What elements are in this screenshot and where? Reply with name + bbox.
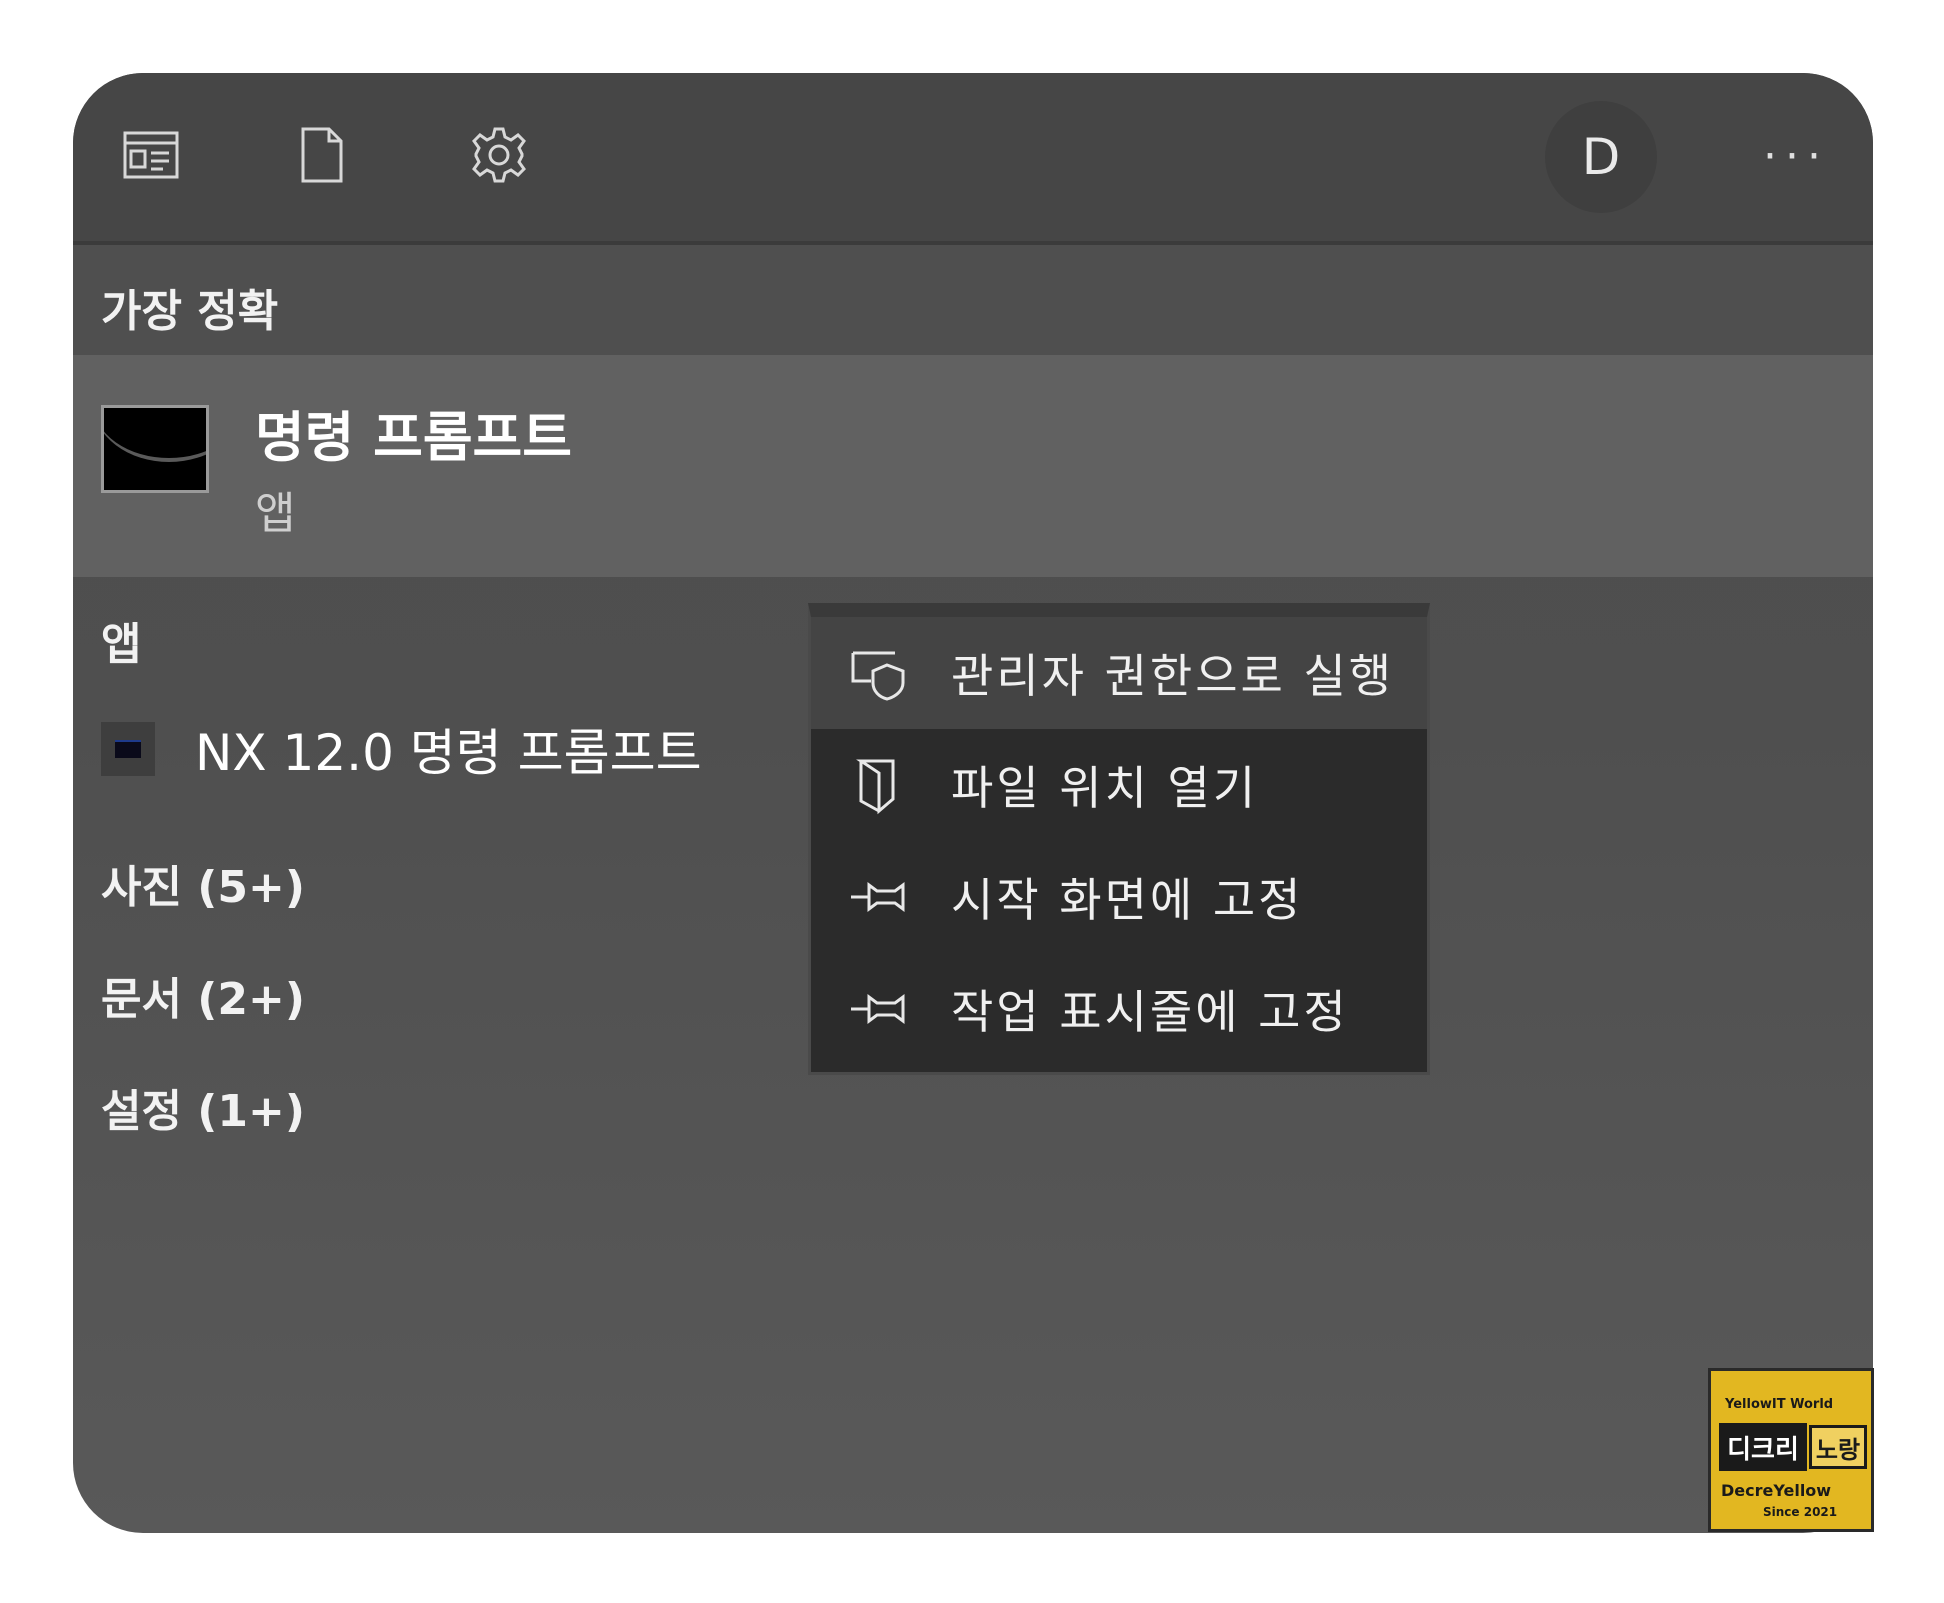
more-options-button[interactable]: ··· xyxy=(1763,131,1829,182)
apps-icon[interactable] xyxy=(119,123,183,187)
best-match-title: 명령 프롬프트 xyxy=(255,406,572,469)
user-avatar[interactable]: D xyxy=(1545,101,1657,213)
pin-to-taskbar-label: 작업 표시줄에 고정 xyxy=(951,985,1349,1039)
watermark-brand: 디크리 노랑 xyxy=(1719,1423,1869,1473)
settings-section[interactable]: 설정 (1+) xyxy=(101,1075,305,1139)
watermark-line4: Since 2021 xyxy=(1763,1505,1838,1519)
start-search-panel: D ··· 가장 정확 명령 프롬프트 앱 앱 NX 12.0 명령 프롬프트 … xyxy=(73,73,1873,1533)
document-icon[interactable] xyxy=(289,123,353,187)
nx-command-prompt-icon xyxy=(101,722,155,776)
pin-icon xyxy=(851,994,905,1024)
search-top-bar: D ··· xyxy=(73,73,1873,245)
best-match-subtitle: 앱 xyxy=(255,488,296,539)
best-match-label: 가장 정확 xyxy=(101,286,279,337)
documents-section[interactable]: 문서 (2+) xyxy=(101,963,305,1027)
pin-to-start-label: 시작 화면에 고정 xyxy=(951,873,1304,927)
best-match-header: 가장 정확 xyxy=(73,245,1873,355)
open-file-location-label: 파일 위치 열기 xyxy=(951,761,1259,815)
app-result-label: NX 12.0 명령 프롬프트 xyxy=(195,724,702,782)
app-result-item[interactable]: NX 12.0 명령 프롬프트 xyxy=(101,719,702,782)
run-as-admin-item[interactable]: 관리자 권한으로 실행 xyxy=(811,617,1427,729)
watermark-brand-dark: 디크리 xyxy=(1719,1423,1807,1471)
apps-section-label: 앱 xyxy=(101,619,142,670)
watermark-line3: DecreYellow xyxy=(1721,1481,1832,1500)
command-prompt-icon xyxy=(101,405,209,493)
shield-icon xyxy=(851,651,905,701)
watermark-brand-light: 노랑 xyxy=(1809,1425,1867,1469)
pin-to-taskbar-item[interactable]: 작업 표시줄에 고정 xyxy=(811,953,1427,1065)
pin-icon xyxy=(851,882,905,912)
watermark-logo: YellowIT World 디크리 노랑 DecreYellow Since … xyxy=(1708,1368,1874,1532)
run-as-admin-label: 관리자 권한으로 실행 xyxy=(951,649,1395,703)
best-match-item[interactable]: 명령 프롬프트 앱 xyxy=(73,355,1873,577)
open-file-location-item[interactable]: 파일 위치 열기 xyxy=(811,729,1427,841)
context-menu: 관리자 권한으로 실행 파일 위치 열기 시작 화면에 고정 작업 표시줄에 고… xyxy=(808,603,1430,1075)
folder-open-icon xyxy=(856,759,895,815)
pin-to-start-item[interactable]: 시작 화면에 고정 xyxy=(811,841,1427,953)
settings-icon[interactable] xyxy=(467,123,531,187)
watermark-line1: YellowIT World xyxy=(1725,1397,1834,1412)
photos-section[interactable]: 사진 (5+) xyxy=(101,851,305,915)
avatar-letter: D xyxy=(1581,128,1621,186)
